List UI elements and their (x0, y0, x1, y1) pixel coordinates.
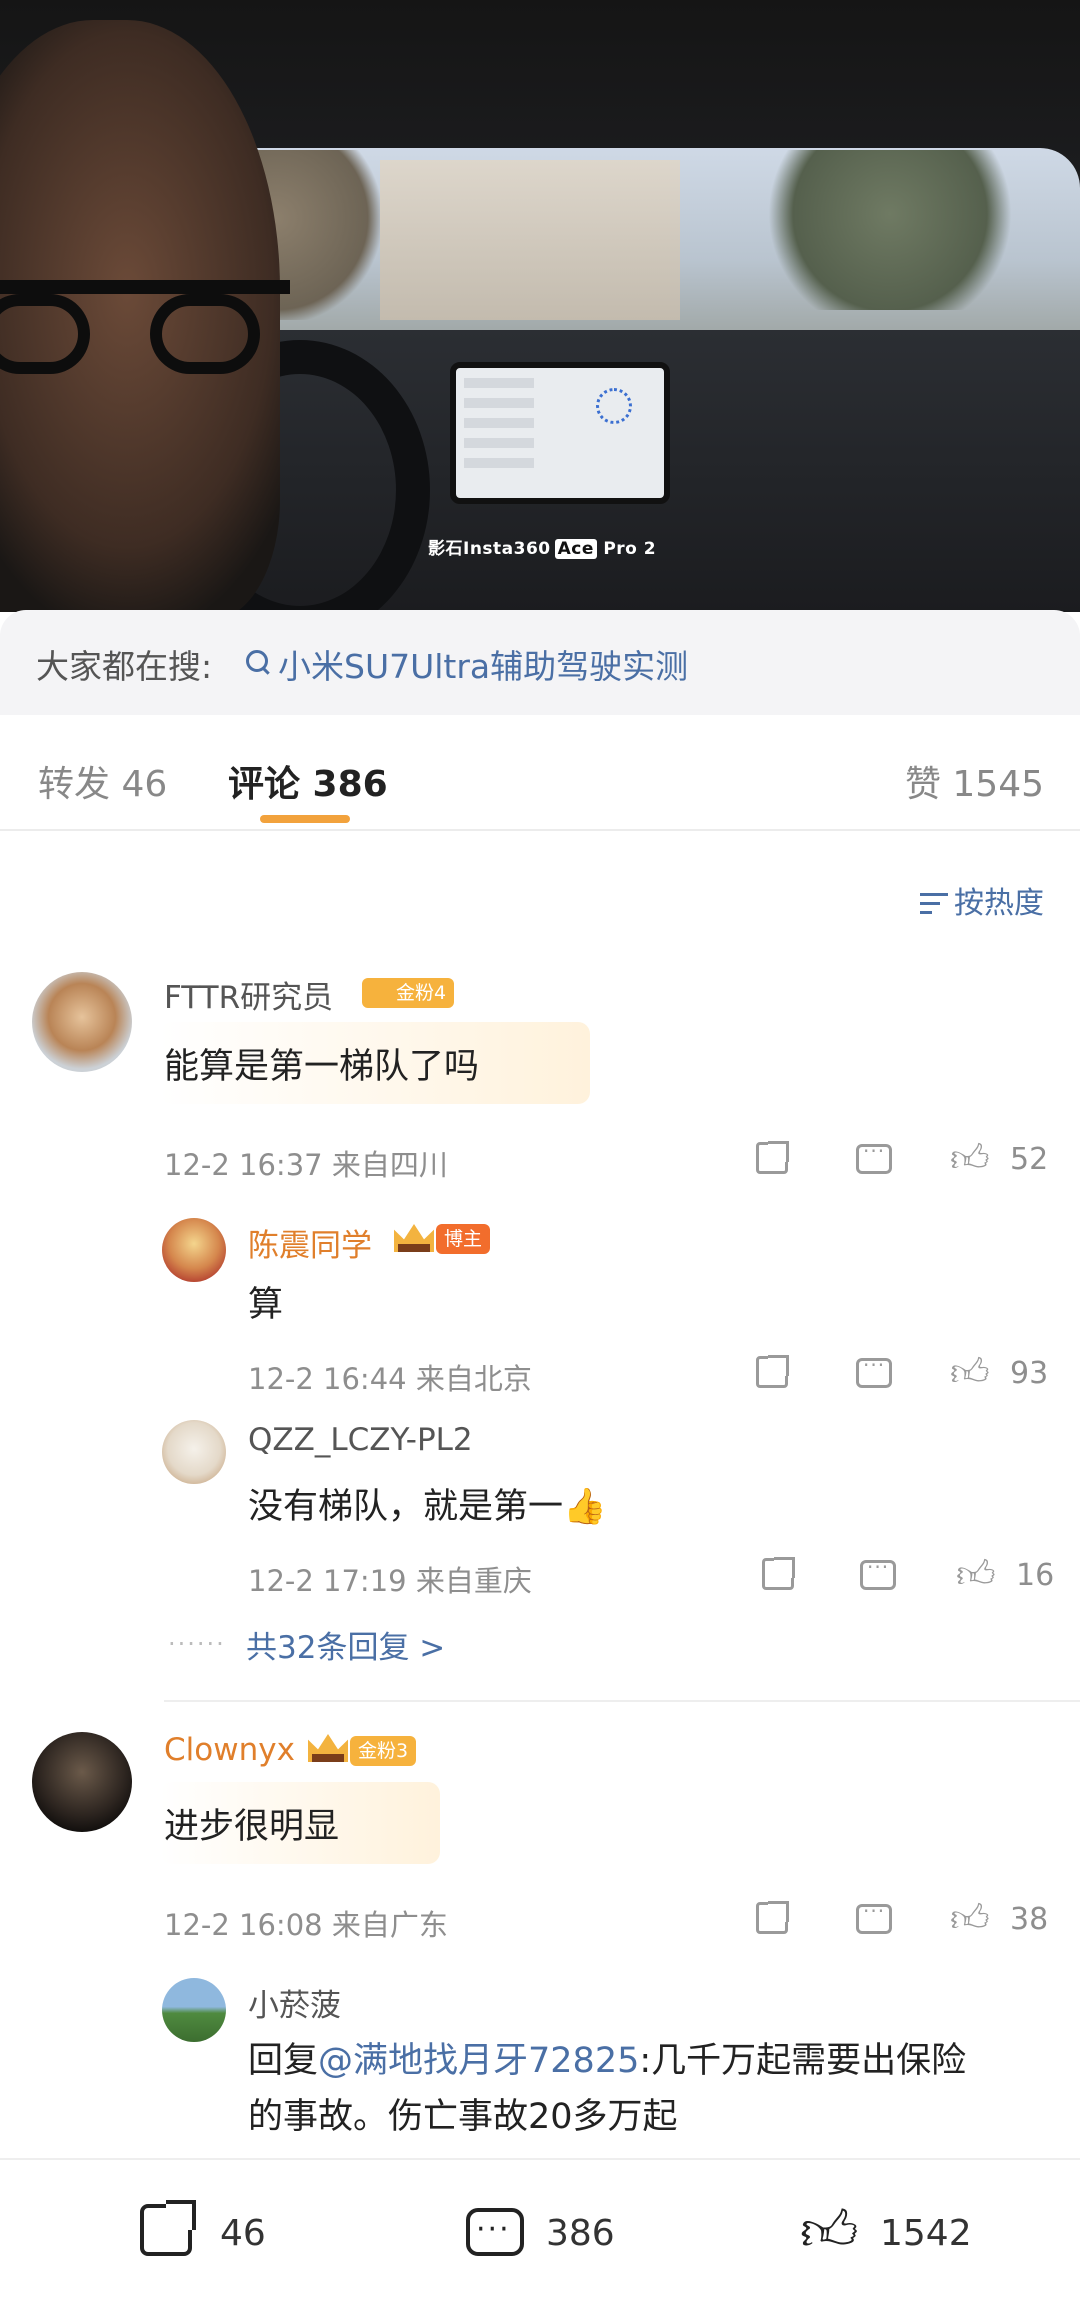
reply-meta: 12-2 17:19 来自重庆 (248, 1564, 532, 1598)
comment-text[interactable]: 进步很明显 (164, 1798, 339, 1849)
fan-badge: 金粉4 (362, 978, 455, 1008)
like-count: 38 (1010, 1902, 1049, 1937)
reply-username[interactable]: 小菸菠 (248, 1980, 341, 2025)
tab-reposts[interactable]: 转发 46 (38, 755, 167, 807)
like-count: 16 (1016, 1558, 1055, 1593)
like-count: 1542 (880, 2213, 972, 2254)
search-icon (246, 650, 268, 672)
search-label: 大家都在搜: (36, 647, 213, 686)
comment-username[interactable]: FTTR研究员 (164, 972, 333, 1017)
screen-logo (596, 388, 632, 424)
search-suggestion-text: 小米SU7Ultra辅助驾驶实测 (278, 647, 689, 686)
like-icon[interactable]: 👍︎ (950, 1352, 990, 1392)
watermark-model: Pro 2 (603, 539, 657, 559)
screen-sidebar (464, 378, 534, 478)
reply-text[interactable]: 算 (248, 1276, 283, 1327)
crown-icon (308, 1728, 348, 1764)
avatar[interactable] (162, 1420, 226, 1484)
watermark-brand: 影石Insta360 (428, 539, 551, 559)
comment-meta: 12-2 16:37 来自四川 (164, 1148, 448, 1182)
building (380, 160, 680, 320)
avatar[interactable] (162, 1978, 226, 2042)
like-icon[interactable]: 👍︎ (950, 1898, 990, 1938)
search-suggestion-link[interactable]: 小米SU7Ultra辅助驾驶实测 (246, 640, 688, 688)
like-icon: 👍︎ (800, 2199, 859, 2264)
video-player[interactable]: 影石Insta360 Ace Pro 2 (0, 0, 1080, 612)
comment-count: 386 (546, 2213, 615, 2254)
share-count: 46 (220, 2213, 266, 2254)
tab-bar: 转发 46 评论 386 赞 1545 (0, 715, 1080, 831)
sort-label: 按热度 (954, 886, 1044, 921)
mention-link[interactable]: @满地找月牙72825 (318, 2041, 639, 2081)
glasses (0, 280, 290, 374)
fan-badge-label: 金粉4 (396, 982, 447, 1004)
blogger-badge-label: 博主 (444, 1228, 483, 1250)
tab-likes[interactable]: 赞 1545 (905, 755, 1044, 807)
reply-icon[interactable] (856, 1899, 892, 1934)
share-icon[interactable] (756, 1901, 789, 1934)
share-icon[interactable] (756, 1141, 789, 1174)
trees (760, 150, 1020, 310)
reply-username[interactable]: QZZ_LCZY-PL2 (248, 1422, 473, 1458)
divider (164, 1700, 1080, 1702)
camera-watermark: 影石Insta360 Ace Pro 2 (428, 534, 656, 559)
sort-by-hot-button[interactable]: 按热度 (920, 878, 1044, 922)
reply-text-line2[interactable]: 的事故。伤亡事故20多万起 (248, 2088, 678, 2139)
comment-icon (466, 2200, 524, 2260)
reply-text[interactable]: 回复@满地找月牙72825:几千万起需要出保险 (248, 2032, 966, 2083)
comment-meta: 12-2 16:08 来自广东 (164, 1908, 448, 1942)
comment-username[interactable]: Clownyx (164, 1732, 295, 1768)
reply-text-line1: :几千万起需要出保险 (639, 2041, 967, 2081)
reply-icon[interactable] (860, 1555, 896, 1590)
share-icon[interactable] (762, 1557, 795, 1590)
reply-meta: 12-2 16:44 来自北京 (248, 1362, 532, 1396)
share-icon (140, 2200, 196, 2256)
like-count: 93 (1010, 1356, 1049, 1391)
tab-active-indicator (260, 815, 350, 823)
more-replies-link[interactable]: 共32条回复 > (246, 1622, 445, 1667)
comment-text[interactable]: 能算是第一梯队了吗 (164, 1038, 479, 1089)
blogger-badge: 博主 (436, 1224, 491, 1254)
fan-badge-label: 金粉3 (358, 1740, 409, 1762)
fan-badge: 金粉3 (350, 1736, 417, 1766)
like-icon[interactable]: 👍︎ (956, 1554, 996, 1594)
avatar[interactable] (32, 972, 132, 1072)
avatar[interactable] (162, 1218, 226, 1282)
crown-icon (394, 1218, 434, 1254)
center-screen (450, 362, 670, 504)
share-icon[interactable] (756, 1355, 789, 1388)
dots-leader: ······ (168, 1630, 226, 1658)
reply-icon[interactable] (856, 1353, 892, 1388)
tab-comments[interactable]: 评论 386 (228, 755, 388, 807)
watermark-ace: Ace (554, 539, 597, 559)
sort-icon (920, 893, 948, 915)
like-count: 52 (1010, 1142, 1049, 1177)
search-suggestion-bar: 大家都在搜: 小米SU7Ultra辅助驾驶实测 (0, 610, 1080, 715)
bottom-action-bar: 46 386 👍︎ 1542 (0, 2158, 1080, 2303)
reply-text[interactable]: 没有梯队，就是第一👍 (248, 1478, 607, 1529)
reply-icon[interactable] (856, 1139, 892, 1174)
like-icon[interactable]: 👍︎ (950, 1138, 990, 1178)
avatar[interactable] (32, 1732, 132, 1832)
reply-prefix: 回复 (248, 2041, 319, 2081)
reply-username[interactable]: 陈震同学 (248, 1220, 372, 1265)
